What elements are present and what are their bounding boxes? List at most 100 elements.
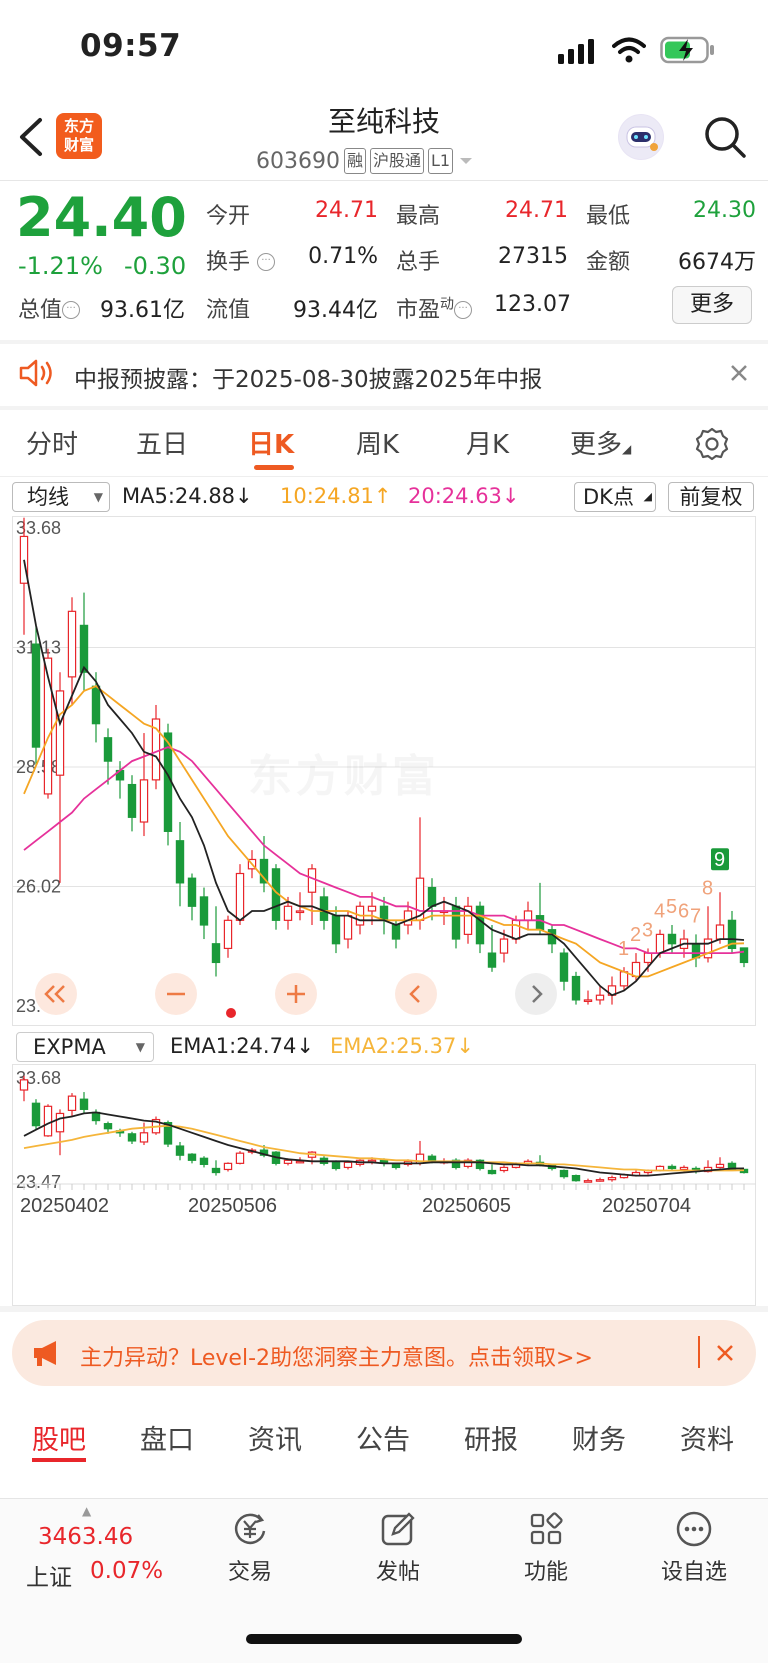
dk-point-selector[interactable]: DK点 ◢: [574, 482, 656, 512]
down-candle: [691, 943, 701, 959]
nav-functions[interactable]: 功能: [496, 1510, 596, 1586]
down-arrow-icon: ↓: [456, 1034, 474, 1058]
down-candle: [91, 685, 101, 725]
expma-chart[interactable]: 33.6823.4720250402 20250506 20250605 202507…: [12, 1064, 756, 1306]
volume-value: 27315: [498, 244, 568, 269]
turnover-label[interactable]: 换手 ···: [206, 244, 276, 276]
amount-value: 6674万: [678, 250, 756, 275]
ma20-text: 20:24.63: [408, 484, 502, 508]
pe-label[interactable]: 市盈动 ···: [396, 292, 473, 324]
up-candle: [367, 905, 377, 912]
tab-monthly-k[interactable]: 月K: [466, 424, 509, 461]
up-candle: [583, 1180, 593, 1183]
expma-selector-label: EXPMA: [33, 1035, 106, 1059]
promo-text[interactable]: 主力异动？Level-2助您洞察主力意图。点击领取>>: [80, 1340, 593, 1372]
down-candle: [535, 915, 545, 931]
zoom-out-icon[interactable]: [154, 972, 198, 1016]
caret-up-icon: ▲: [82, 1504, 92, 1518]
down-candle: [559, 1169, 569, 1178]
x-axis-tick-label: 20250506: [188, 1195, 277, 1217]
tab-news[interactable]: 资讯: [248, 1418, 302, 1457]
nav-trade[interactable]: 交易: [200, 1510, 300, 1586]
up-candle: [307, 868, 317, 893]
up-candle: [283, 1159, 293, 1164]
down-candle: [427, 886, 437, 907]
float-value-label: 流值: [206, 298, 251, 323]
settings-gear-icon[interactable]: [694, 426, 730, 462]
close-icon[interactable]: [714, 1342, 736, 1364]
change-percent: -1.21%: [18, 252, 103, 280]
total-value-label[interactable]: 总值 ···: [18, 292, 81, 324]
megaphone-icon: [34, 1341, 56, 1366]
down-candle: [127, 1133, 137, 1142]
tab-five-day[interactable]: 五日: [136, 424, 188, 461]
more-button[interactable]: 更多: [672, 286, 752, 324]
down-arrow-icon: ↓: [501, 484, 520, 508]
up-candle: [67, 1095, 77, 1111]
y-axis-tick-label: 26.02: [16, 877, 61, 897]
info-icon[interactable]: ···: [62, 301, 81, 319]
tab-announcements[interactable]: 公告: [356, 1418, 410, 1457]
scroll-right-icon[interactable]: [514, 972, 558, 1016]
ai-assistant-icon[interactable]: [618, 114, 664, 160]
down-candle: [31, 643, 41, 748]
tab-pankou[interactable]: 盘口: [140, 1418, 194, 1457]
up-candle: [583, 999, 593, 1003]
index-name[interactable]: 上证: [26, 1558, 72, 1592]
down-candle: [667, 933, 677, 945]
section-divider: [0, 406, 768, 410]
index-change: 0.07%: [90, 1558, 164, 1584]
search-icon[interactable]: [702, 114, 748, 160]
notice-text[interactable]: 中报预披露：于2025-08-30披露2025年中报: [74, 360, 542, 394]
up-candle: [643, 952, 653, 964]
down-candle: [559, 952, 569, 982]
yen-exchange-icon: [234, 1513, 266, 1545]
tab-profile[interactable]: 资料: [680, 1418, 734, 1457]
float-value: 93.44亿: [293, 298, 378, 323]
down-candle: [391, 924, 401, 940]
x-axis-tick-label: 20250605: [422, 1195, 511, 1217]
adjust-selector[interactable]: 前复权: [668, 482, 754, 512]
up-candle: [631, 961, 641, 978]
up-candle: [283, 905, 293, 921]
up-candle: [55, 1112, 65, 1133]
up-candle: [655, 933, 665, 954]
down-candle: [319, 896, 329, 921]
zoom-in-icon[interactable]: [274, 972, 318, 1016]
up-candle: [595, 1179, 605, 1182]
dk-point-label: DK点: [583, 485, 634, 509]
tab-research[interactable]: 研报: [464, 1418, 518, 1457]
tab-more[interactable]: 更多◢: [570, 424, 631, 461]
hk-connect-tag: 沪股通: [370, 148, 425, 174]
info-icon[interactable]: ···: [257, 253, 276, 271]
low-value: 24.30: [693, 198, 756, 223]
nav-post[interactable]: 发帖: [348, 1510, 448, 1586]
info-icon[interactable]: ···: [454, 301, 473, 319]
tab-daily-k[interactable]: 日K: [248, 424, 294, 461]
sequence-label: 2: [630, 924, 641, 946]
active-bottom-tab-indicator: [32, 1458, 86, 1462]
expma-selector[interactable]: EXPMA ▼: [16, 1032, 154, 1062]
stock-code-row[interactable]: 603690 融 沪股通 L1: [256, 146, 475, 176]
nav-add-watchlist[interactable]: 设自选: [644, 1510, 744, 1586]
up-candle: [523, 910, 533, 921]
grid-icon: [530, 1512, 563, 1545]
ma-selector[interactable]: 均线 ▼: [12, 482, 110, 512]
scroll-to-start-icon[interactable]: [34, 972, 78, 1016]
close-icon[interactable]: [728, 362, 750, 384]
tab-intraday[interactable]: 分时: [26, 424, 78, 461]
sequence-label: 8: [702, 877, 713, 899]
corner-caret-icon: ◢: [643, 490, 652, 503]
tab-guba[interactable]: 股吧: [32, 1418, 86, 1457]
up-candle: [235, 872, 245, 921]
low-label: 最低: [586, 204, 631, 229]
tab-finance[interactable]: 财务: [572, 1418, 626, 1457]
turnover-value: 0.71%: [308, 244, 378, 269]
tab-weekly-k[interactable]: 周K: [356, 424, 399, 461]
dots-circle-icon: [676, 1511, 712, 1547]
scroll-left-icon[interactable]: [394, 972, 438, 1016]
sequence-label: 6: [678, 901, 689, 923]
tabs-divider: [0, 476, 768, 477]
status-time: 09:57: [80, 28, 182, 64]
index-value[interactable]: 3463.46: [38, 1524, 133, 1550]
